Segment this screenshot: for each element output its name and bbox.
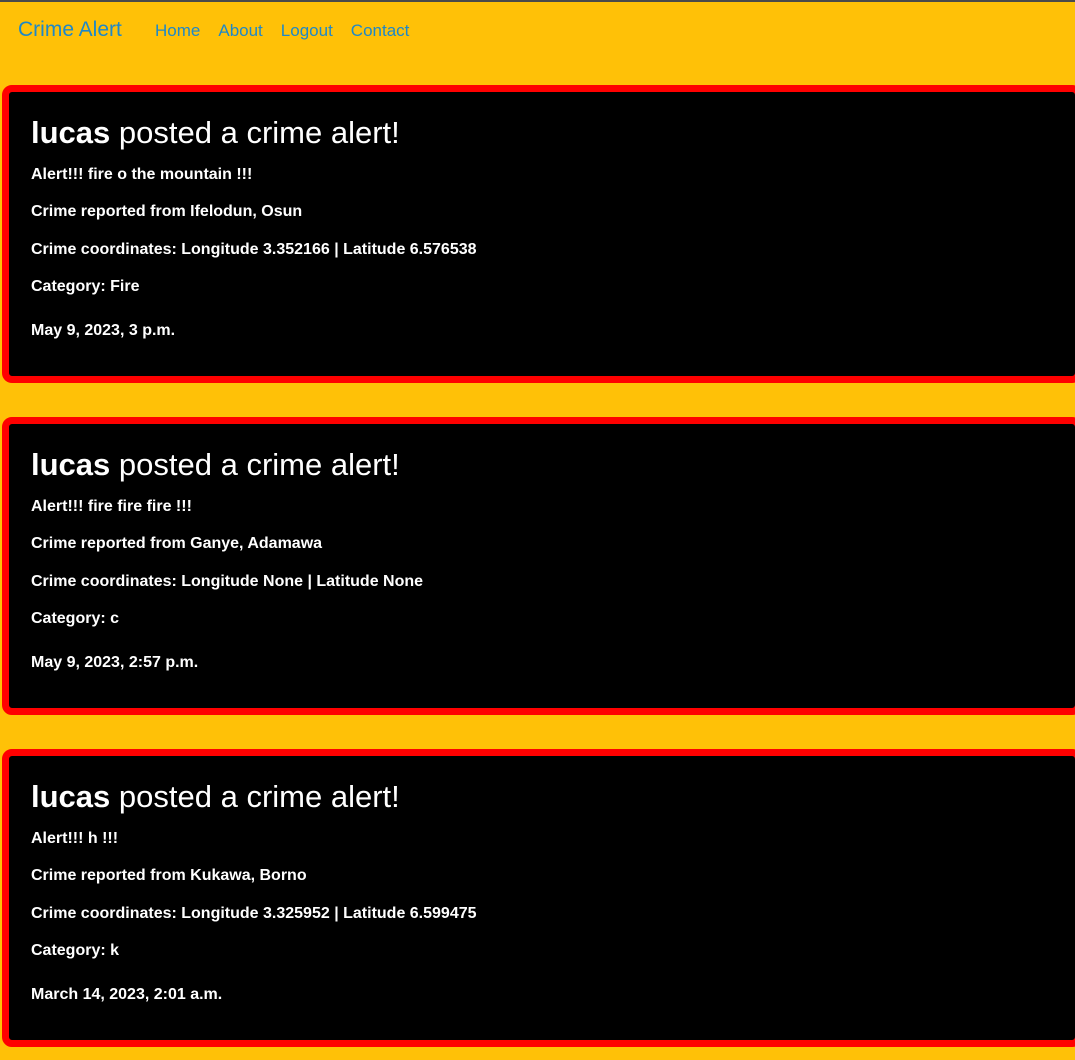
brand-link[interactable]: Crime Alert bbox=[18, 17, 122, 43]
alert-category-value: k bbox=[110, 942, 120, 959]
alert-location: Crime reported from Ganye, Adamawa bbox=[31, 535, 323, 552]
alert-category: Category: k bbox=[31, 941, 119, 961]
nav-contact-link[interactable]: Contact bbox=[351, 20, 410, 42]
alert-timestamp: March 14, 2023, 2:01 a.m. bbox=[31, 986, 223, 1003]
alert-category-label: Category: bbox=[31, 942, 111, 959]
alert-message: Alert!!! fire o the mountain !!! bbox=[31, 166, 253, 183]
alert-coordinates: Crime coordinates: Longitude None | Lati… bbox=[31, 573, 424, 590]
alert-username: lucas bbox=[31, 447, 111, 482]
alert-headline: lucas posted a crime alert! bbox=[31, 778, 400, 816]
alert-username: lucas bbox=[31, 115, 111, 150]
alert-headline: lucas posted a crime alert! bbox=[31, 446, 400, 484]
nav-links: Home About Logout Contact bbox=[155, 20, 427, 42]
alert-message: Alert!!! fire fire fire !!! bbox=[31, 498, 192, 515]
alert-timestamp: May 9, 2023, 3 p.m. bbox=[31, 322, 176, 339]
alert-headline: lucas posted a crime alert! bbox=[31, 114, 400, 152]
alert-card: lucas posted a crime alert! Alert!!! fir… bbox=[2, 417, 1075, 715]
nav-home-link[interactable]: Home bbox=[155, 20, 200, 42]
page: { "navbar": { "brand": "Crime Alert", "l… bbox=[0, 0, 1075, 1060]
alert-location: Crime reported from Ifelodun, Osun bbox=[31, 203, 303, 220]
alert-card: lucas posted a crime alert! Alert!!! h !… bbox=[2, 749, 1075, 1047]
alert-message: Alert!!! h !!! bbox=[31, 830, 119, 847]
alert-category: Category: c bbox=[31, 609, 119, 629]
alert-coordinates: Crime coordinates: Longitude 3.352166 | … bbox=[31, 241, 477, 258]
alert-headline-text: posted a crime alert! bbox=[118, 115, 400, 150]
alert-headline-text: posted a crime alert! bbox=[118, 779, 400, 814]
alert-headline-text: posted a crime alert! bbox=[118, 447, 400, 482]
alert-category-label: Category: bbox=[31, 278, 111, 295]
navbar: Crime Alert Home About Logout Contact bbox=[0, 2, 1075, 60]
alert-card: lucas posted a crime alert! Alert!!! fir… bbox=[2, 85, 1075, 383]
alert-category-value: Fire bbox=[110, 278, 140, 295]
alert-category-value: c bbox=[110, 610, 120, 627]
alert-category-label: Category: bbox=[31, 610, 111, 627]
nav-about-link[interactable]: About bbox=[218, 20, 262, 42]
alert-category: Category: Fire bbox=[31, 277, 139, 297]
alert-location: Crime reported from Kukawa, Borno bbox=[31, 867, 307, 884]
alert-timestamp: May 9, 2023, 2:57 p.m. bbox=[31, 654, 199, 671]
alert-coordinates: Crime coordinates: Longitude 3.325952 | … bbox=[31, 905, 477, 922]
nav-logout-link[interactable]: Logout bbox=[281, 20, 333, 42]
alert-username: lucas bbox=[31, 779, 111, 814]
